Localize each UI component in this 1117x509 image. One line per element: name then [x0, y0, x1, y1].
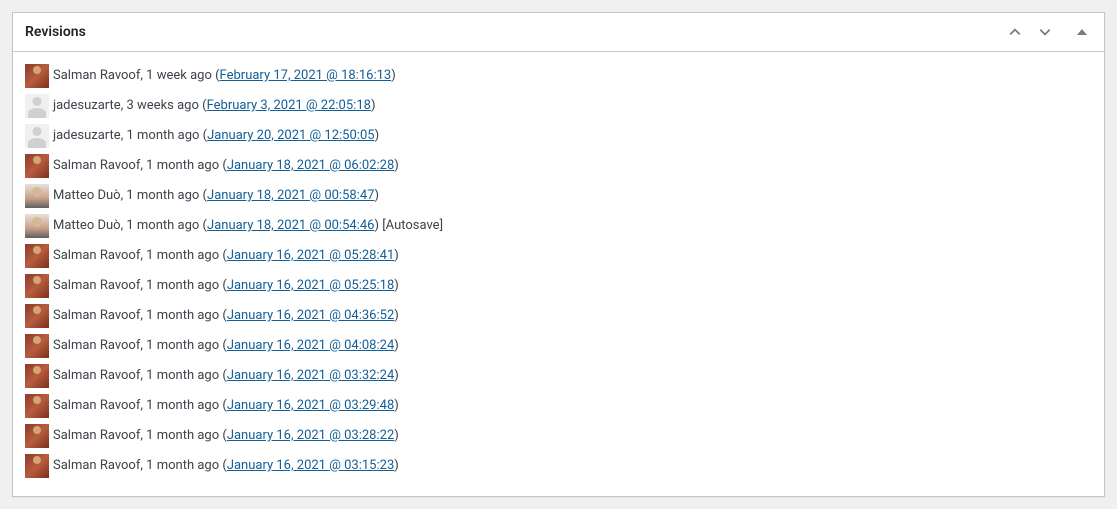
avatar [25, 364, 49, 388]
avatar [25, 304, 49, 328]
revision-time-ago: 1 month ago [126, 128, 199, 143]
avatar [25, 94, 49, 118]
avatar [25, 334, 49, 358]
revision-author: Salman Ravoof [53, 308, 140, 323]
revision-link[interactable]: January 16, 2021 @ 03:29:48 [227, 398, 394, 413]
revision-text: jadesuzarte, 3 weeks ago (February 3, 20… [53, 94, 375, 118]
avatar [25, 214, 49, 238]
chevron-down-icon [1036, 23, 1054, 41]
avatar [25, 64, 49, 88]
revision-item: Salman Ravoof, 1 month ago (January 16, … [25, 364, 1092, 388]
revision-author: Matteo Duò [53, 188, 121, 203]
revision-link[interactable]: January 18, 2021 @ 00:58:47 [207, 188, 374, 203]
revision-text: Salman Ravoof, 1 month ago (January 16, … [53, 334, 399, 358]
revision-item: Salman Ravoof, 1 month ago (January 16, … [25, 454, 1092, 478]
revision-item: Salman Ravoof, 1 month ago (January 16, … [25, 394, 1092, 418]
revision-author: Salman Ravoof [53, 158, 140, 173]
revision-item: Salman Ravoof, 1 month ago (January 16, … [25, 274, 1092, 298]
revision-text: Matteo Duò, 1 month ago (January 18, 202… [53, 214, 443, 238]
chevron-up-icon [1006, 23, 1024, 41]
revision-item: jadesuzarte, 3 weeks ago (February 3, 20… [25, 94, 1092, 118]
avatar [25, 274, 49, 298]
revision-link[interactable]: January 16, 2021 @ 03:32:24 [227, 368, 394, 383]
revision-item: Salman Ravoof, 1 month ago (January 16, … [25, 304, 1092, 328]
revision-text: Salman Ravoof, 1 month ago (January 16, … [53, 424, 399, 448]
move-up-button[interactable] [1002, 21, 1028, 43]
revision-item: Salman Ravoof, 1 month ago (January 18, … [25, 154, 1092, 178]
revision-time-ago: 1 month ago [146, 428, 219, 443]
revision-text: Salman Ravoof, 1 month ago (January 16, … [53, 454, 399, 478]
revision-author: Salman Ravoof [53, 278, 140, 293]
revision-author: jadesuzarte [53, 128, 121, 143]
revision-link[interactable]: January 16, 2021 @ 03:28:22 [227, 428, 394, 443]
panel-body: Salman Ravoof, 1 week ago (February 17, … [13, 52, 1104, 496]
revision-item: Salman Ravoof, 1 month ago (January 16, … [25, 334, 1092, 358]
revision-text: Salman Ravoof, 1 month ago (January 18, … [53, 154, 399, 178]
revision-text: Salman Ravoof, 1 month ago (January 16, … [53, 364, 399, 388]
revision-time-ago: 1 month ago [146, 308, 219, 323]
revision-author: jadesuzarte [53, 98, 121, 113]
revision-link[interactable]: January 20, 2021 @ 12:50:05 [207, 128, 374, 143]
panel-controls [1002, 21, 1092, 43]
avatar [25, 454, 49, 478]
triangle-up-icon [1076, 26, 1088, 38]
revision-link[interactable]: January 16, 2021 @ 05:25:18 [227, 278, 394, 293]
revision-text: Salman Ravoof, 1 month ago (January 16, … [53, 304, 399, 328]
revision-author: Matteo Duò [53, 218, 121, 233]
revision-item: Matteo Duò, 1 month ago (January 18, 202… [25, 184, 1092, 208]
revision-author: Salman Ravoof [53, 338, 140, 353]
revision-text: jadesuzarte, 1 month ago (January 20, 20… [53, 124, 379, 148]
revision-time-ago: 1 month ago [146, 278, 219, 293]
revision-text: Salman Ravoof, 1 month ago (January 16, … [53, 244, 399, 268]
revision-link[interactable]: February 3, 2021 @ 22:05:18 [207, 98, 371, 113]
revision-text: Salman Ravoof, 1 month ago (January 16, … [53, 394, 399, 418]
revision-time-ago: 3 weeks ago [126, 98, 198, 113]
avatar [25, 424, 49, 448]
revision-item: Matteo Duò, 1 month ago (January 18, 202… [25, 214, 1092, 238]
revision-text: Salman Ravoof, 1 month ago (January 16, … [53, 274, 399, 298]
revision-author: Salman Ravoof [53, 458, 140, 473]
panel-title: Revisions [25, 24, 86, 40]
avatar [25, 394, 49, 418]
revision-author: Salman Ravoof [53, 368, 140, 383]
revision-link[interactable]: January 16, 2021 @ 04:08:24 [227, 338, 394, 353]
autosave-badge: [Autosave] [382, 218, 443, 233]
revision-text: Salman Ravoof, 1 week ago (February 17, … [53, 64, 396, 88]
revision-link[interactable]: January 16, 2021 @ 03:15:23 [227, 458, 394, 473]
panel-header[interactable]: Revisions [13, 13, 1104, 52]
revision-time-ago: 1 month ago [146, 158, 219, 173]
revision-author: Salman Ravoof [53, 428, 140, 443]
revisions-panel: Revisions Salman Ravoof, 1 week ago (Feb… [12, 12, 1105, 497]
avatar [25, 154, 49, 178]
revision-link[interactable]: January 16, 2021 @ 05:28:41 [227, 248, 394, 263]
revision-time-ago: 1 week ago [146, 68, 212, 83]
avatar [25, 124, 49, 148]
revision-time-ago: 1 month ago [146, 458, 219, 473]
revision-author: Salman Ravoof [53, 248, 140, 263]
revision-link[interactable]: January 16, 2021 @ 04:36:52 [227, 308, 394, 323]
move-down-button[interactable] [1032, 21, 1058, 43]
toggle-panel-button[interactable] [1072, 24, 1092, 40]
revision-item: jadesuzarte, 1 month ago (January 20, 20… [25, 124, 1092, 148]
revision-link[interactable]: January 18, 2021 @ 00:54:46 [207, 218, 374, 233]
revision-author: Salman Ravoof [53, 398, 140, 413]
avatar [25, 244, 49, 268]
revision-time-ago: 1 month ago [146, 248, 219, 263]
revision-link[interactable]: February 17, 2021 @ 18:16:13 [220, 68, 392, 83]
revision-list: Salman Ravoof, 1 week ago (February 17, … [25, 64, 1092, 478]
revision-item: Salman Ravoof, 1 month ago (January 16, … [25, 244, 1092, 268]
revision-author: Salman Ravoof [53, 68, 140, 83]
revision-time-ago: 1 month ago [146, 368, 219, 383]
revision-text: Matteo Duò, 1 month ago (January 18, 202… [53, 184, 379, 208]
revision-item: Salman Ravoof, 1 month ago (January 16, … [25, 424, 1092, 448]
avatar [25, 184, 49, 208]
revision-link[interactable]: January 18, 2021 @ 06:02:28 [227, 158, 394, 173]
revision-time-ago: 1 month ago [146, 338, 219, 353]
revision-time-ago: 1 month ago [146, 398, 219, 413]
revision-item: Salman Ravoof, 1 week ago (February 17, … [25, 64, 1092, 88]
revision-time-ago: 1 month ago [126, 218, 199, 233]
revision-time-ago: 1 month ago [126, 188, 199, 203]
